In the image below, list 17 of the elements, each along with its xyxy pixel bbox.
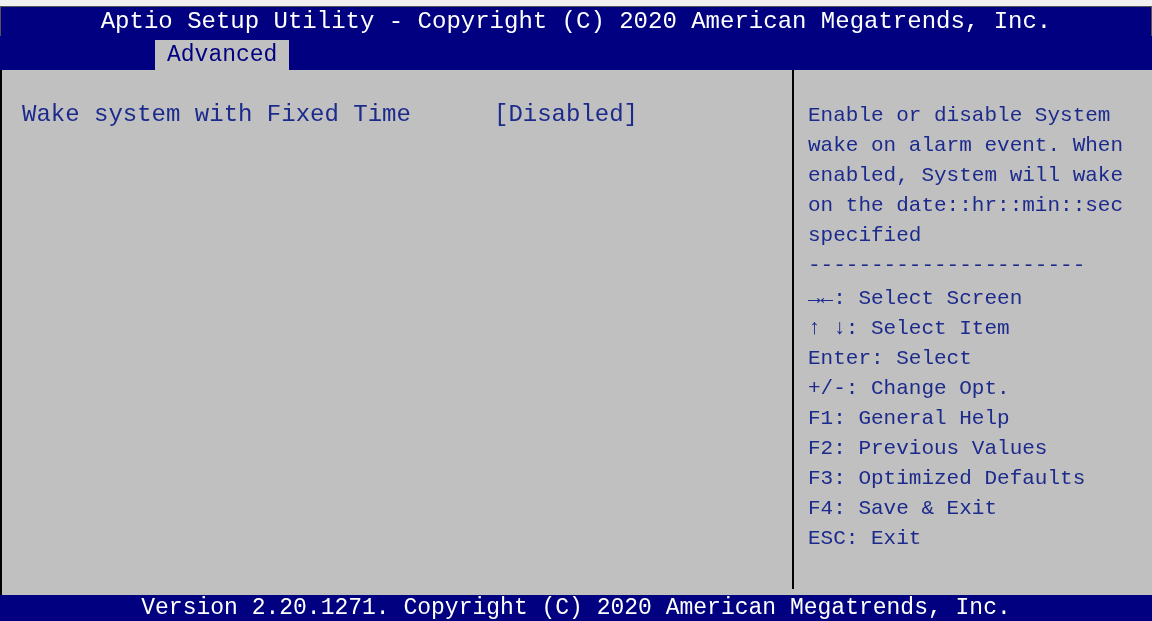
key-help-line: F2: Previous Values xyxy=(808,436,1049,462)
setting-row[interactable]: Wake system with Fixed Time [Disabled] xyxy=(22,100,792,130)
tab[interactable]: Advanced xyxy=(155,40,290,70)
key-help-line: Enter: Select xyxy=(808,346,973,372)
setting-label: Wake system with Fixed Time xyxy=(22,100,412,130)
key-help-line: ESC: Exit xyxy=(808,526,923,552)
footer-bar: Version 2.20.1271. Copyright (C) 2020 American Megatrends, Inc. xyxy=(0,595,1152,621)
setting-value: [Disabled] xyxy=(494,100,639,130)
key-help-line: F1: General Help xyxy=(808,406,1011,432)
key-help-line: +/-: Change Opt. xyxy=(808,376,1011,402)
key-help-line: F3: Optimized Defaults xyxy=(808,466,1087,492)
key-help-line: →←: Select Screen xyxy=(808,286,1024,312)
separator-line: ---------------------- xyxy=(808,253,1087,279)
title-bar: Aptio Setup Utility - Copyright (C) 2020 American Megatrends, Inc. xyxy=(0,6,1152,36)
key-help-line: ↑ ↓: Select Item xyxy=(808,316,1011,342)
help-text: Enable or disable System wake on alarm event. When enabled, System will wake on the date::hr::min::sec specified xyxy=(808,103,1125,249)
key-help-line: F4: Save & Exit xyxy=(808,496,999,522)
